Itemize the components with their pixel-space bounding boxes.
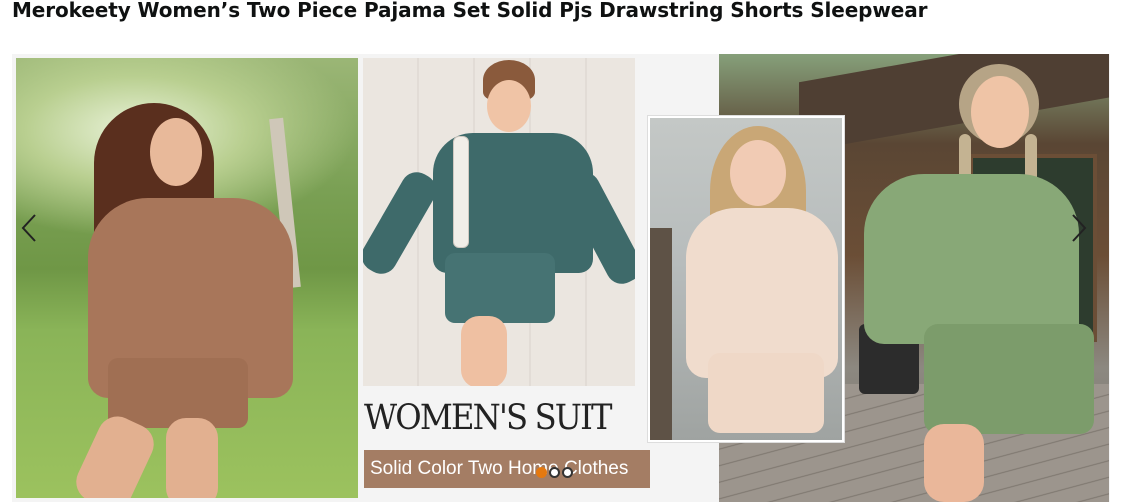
carousel-dot[interactable]: [536, 467, 547, 478]
product-title: Merokeety Women’s Two Piece Pajama Set S…: [12, 0, 928, 22]
caption-badge: Solid Color Two Home Clothes: [364, 450, 650, 488]
image-carousel[interactable]: WOMEN'S SUIT Solid Color Two Home Clothe…: [12, 54, 1110, 502]
suit-heading: WOMEN'S SUIT: [364, 398, 612, 438]
brown-outfit-photo: [16, 58, 358, 498]
carousel-dot[interactable]: [549, 467, 560, 478]
chevron-left-icon: [21, 214, 36, 242]
teal-outfit-photo: [363, 58, 635, 386]
carousel-next-button[interactable]: [1066, 206, 1092, 250]
chevron-right-icon: [1072, 214, 1087, 242]
carousel-dots: [536, 467, 573, 478]
carousel-dot[interactable]: [562, 467, 573, 478]
carousel-prev-button[interactable]: [16, 206, 42, 250]
cream-outfit-photo: [648, 116, 844, 442]
